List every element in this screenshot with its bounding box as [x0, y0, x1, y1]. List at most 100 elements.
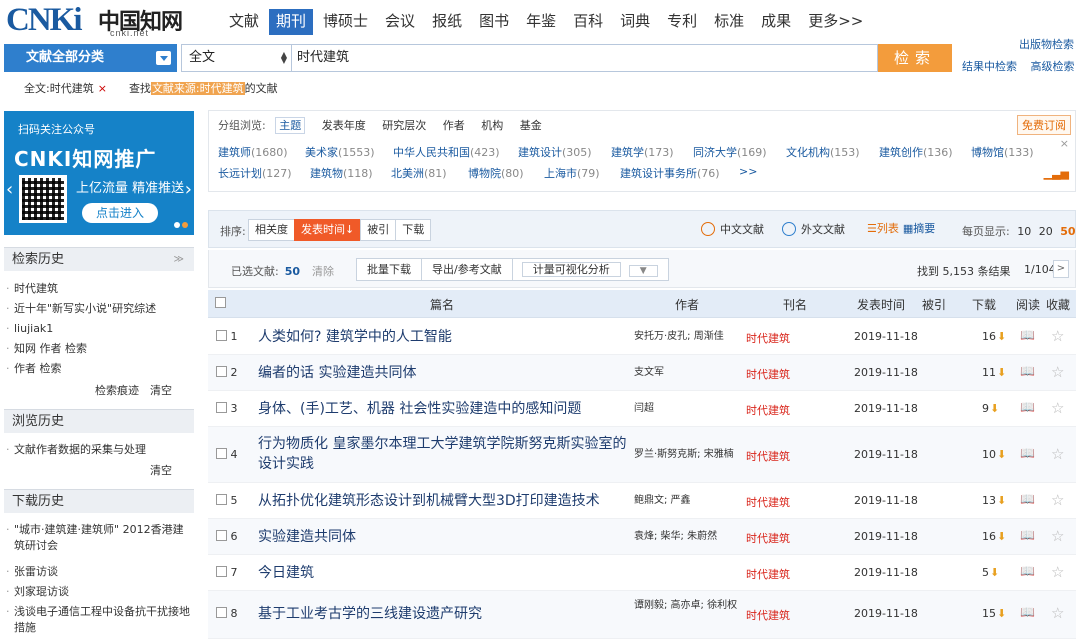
article-source[interactable]: 时代建筑	[746, 494, 790, 510]
book-icon[interactable]: 📖	[1020, 400, 1035, 414]
tab-year[interactable]: 发表年度	[322, 119, 366, 132]
facet-item[interactable]: 上海市(79)	[544, 165, 600, 181]
search-trace-link[interactable]: 检索痕迹	[95, 382, 139, 398]
sort-relevance[interactable]: 相关度	[248, 219, 295, 241]
facet-item[interactable]: 中华人民共和国(423)	[393, 144, 500, 160]
nav-conferences[interactable]: 会议	[378, 9, 422, 35]
facet-item[interactable]: 建筑师(1680)	[218, 144, 288, 160]
search-history-item[interactable]: 作者 检索	[6, 361, 192, 377]
nav-encyclopedia[interactable]: 百科	[566, 9, 610, 35]
chart-icon[interactable]: ▁▃▅	[1044, 167, 1069, 180]
article-authors[interactable]: 安托万·皮孔; 周渐佳	[634, 329, 746, 345]
search-in-results-link[interactable]: 结果中检索	[962, 60, 1017, 73]
col-date[interactable]: 发表时间	[857, 296, 905, 313]
tab-level[interactable]: 研究层次	[382, 119, 426, 132]
article-source[interactable]: 时代建筑	[746, 330, 790, 346]
row-checkbox[interactable]	[216, 366, 227, 377]
nav-journals[interactable]: 期刊	[269, 9, 314, 35]
nav-books[interactable]: 图书	[472, 9, 516, 35]
article-source[interactable]: 时代建筑	[746, 448, 790, 464]
tab-topic[interactable]: 主题	[275, 117, 306, 134]
row-checkbox[interactable]	[216, 330, 227, 341]
facet-item[interactable]: 文化机构(153)	[786, 144, 860, 160]
article-source[interactable]: 时代建筑	[746, 402, 790, 418]
search-history-item[interactable]: 近十年"新写实小说"研究综述	[6, 301, 192, 317]
facet-item[interactable]: 长远计划(127)	[218, 165, 292, 181]
carousel-prev-icon[interactable]: ‹	[6, 179, 13, 200]
article-source[interactable]: 时代建筑	[746, 607, 790, 623]
article-title[interactable]: 今日建筑	[258, 563, 630, 583]
search-history-header[interactable]: 检索历史 ≫	[4, 247, 194, 271]
search-history-item[interactable]: 知网 作者 检索	[6, 341, 192, 357]
article-title[interactable]: 基于工业考古学的三线建设遗产研究	[258, 604, 630, 624]
article-title[interactable]: 身体、(手)工艺、机器 社会性实验建造中的感知问题	[258, 399, 630, 419]
row-checkbox[interactable]	[216, 607, 227, 618]
tab-author[interactable]: 作者	[443, 119, 465, 132]
free-subscribe-button[interactable]: 免费订阅	[1017, 115, 1071, 135]
download-count[interactable]: 16⬇	[982, 330, 1006, 343]
download-count[interactable]: 16⬇	[982, 530, 1006, 543]
collapse-icon[interactable]: ≫	[174, 248, 184, 272]
facet-item[interactable]: 博物院(80)	[468, 165, 524, 181]
select-all-checkbox[interactable]	[215, 297, 226, 308]
publication-search-link[interactable]: 出版物检索	[1019, 36, 1074, 52]
search-input[interactable]: 时代建筑	[291, 44, 878, 72]
per-page-20[interactable]: 20	[1039, 225, 1053, 238]
clear-selection[interactable]: 清除	[312, 265, 334, 278]
article-title[interactable]: 编者的话 实验建造共同体	[258, 363, 630, 383]
browse-history-item[interactable]: 文献作者数据的采集与处理	[6, 442, 192, 458]
download-history-item[interactable]: 张雷访谈	[6, 564, 192, 580]
article-authors[interactable]: 罗兰·斯努克斯; 宋雅楠	[634, 447, 746, 463]
row-checkbox[interactable]	[216, 494, 227, 505]
article-title[interactable]: 人类如何? 建筑学中的人工智能	[258, 327, 630, 347]
star-icon[interactable]: ☆	[1051, 399, 1064, 417]
facet-item[interactable]: 建筑设计(305)	[518, 144, 592, 160]
facet-item[interactable]: 北美洲(81)	[391, 165, 447, 181]
row-checkbox[interactable]	[216, 402, 227, 413]
search-button[interactable]: 检索	[878, 44, 952, 72]
article-authors[interactable]: 闫超	[634, 401, 746, 417]
article-authors[interactable]: 袁烽; 柴华; 朱蔚然	[634, 529, 746, 545]
col-source[interactable]: 刊名	[783, 296, 807, 313]
article-authors[interactable]: 支文军	[634, 365, 746, 381]
article-source[interactable]: 时代建筑	[746, 566, 790, 582]
row-checkbox[interactable]	[216, 448, 227, 459]
close-icon[interactable]: ×	[1060, 137, 1069, 150]
star-icon[interactable]: ☆	[1051, 563, 1064, 581]
article-source[interactable]: 时代建筑	[746, 366, 790, 382]
star-icon[interactable]: ☆	[1051, 491, 1064, 509]
article-authors[interactable]: 谭刚毅; 高亦卓; 徐利权	[634, 598, 746, 614]
facet-item[interactable]: 建筑学(173)	[611, 144, 674, 160]
nav-patents[interactable]: 专利	[660, 9, 704, 35]
sort-downloads[interactable]: 下载	[395, 219, 432, 241]
nav-standards[interactable]: 标准	[707, 9, 751, 35]
book-icon[interactable]: 📖	[1020, 364, 1035, 378]
search-field-select[interactable]: 全文 ▲ ▼	[181, 44, 291, 72]
star-icon[interactable]: ☆	[1051, 445, 1064, 463]
facet-more-link[interactable]: >>	[739, 165, 757, 178]
promo-enter-button[interactable]: 点击进入	[82, 203, 158, 223]
per-page-10[interactable]: 10	[1017, 225, 1031, 238]
search-history-item[interactable]: liujiak1	[6, 321, 192, 337]
category-dropdown[interactable]: 文献全部分类	[4, 44, 177, 72]
visual-analysis-dropdown[interactable]: 计量可视化分析 ▼	[511, 258, 669, 281]
download-history-item[interactable]: 刘家琨访谈	[6, 584, 192, 600]
facet-item[interactable]: 建筑物(118)	[310, 165, 373, 181]
search-history-item[interactable]: 时代建筑	[6, 281, 192, 297]
download-count[interactable]: 13⬇	[982, 494, 1006, 507]
advanced-search-link[interactable]: 高级检索	[1031, 60, 1075, 73]
download-count[interactable]: 15⬇	[982, 607, 1006, 620]
nav-literature[interactable]: 文献	[222, 9, 266, 35]
facet-item[interactable]: 同济大学(169)	[693, 144, 767, 160]
article-source[interactable]: 时代建筑	[746, 530, 790, 546]
article-title[interactable]: 实验建造共同体	[258, 527, 630, 547]
article-title[interactable]: 行为物质化 皇家墨尔本理工大学建筑学院斯努克斯实验室的设计实践	[258, 434, 630, 474]
book-icon[interactable]: 📖	[1020, 446, 1035, 460]
facet-item[interactable]: 博物馆(133)	[971, 144, 1034, 160]
nav-achievements[interactable]: 成果	[754, 9, 798, 35]
star-icon[interactable]: ☆	[1051, 363, 1064, 381]
tab-institution[interactable]: 机构	[481, 119, 503, 132]
facet-item[interactable]: 建筑设计事务所(76)	[620, 165, 720, 181]
tab-fund[interactable]: 基金	[520, 119, 542, 132]
foreign-docs-toggle[interactable]: 外文文献	[782, 221, 845, 237]
